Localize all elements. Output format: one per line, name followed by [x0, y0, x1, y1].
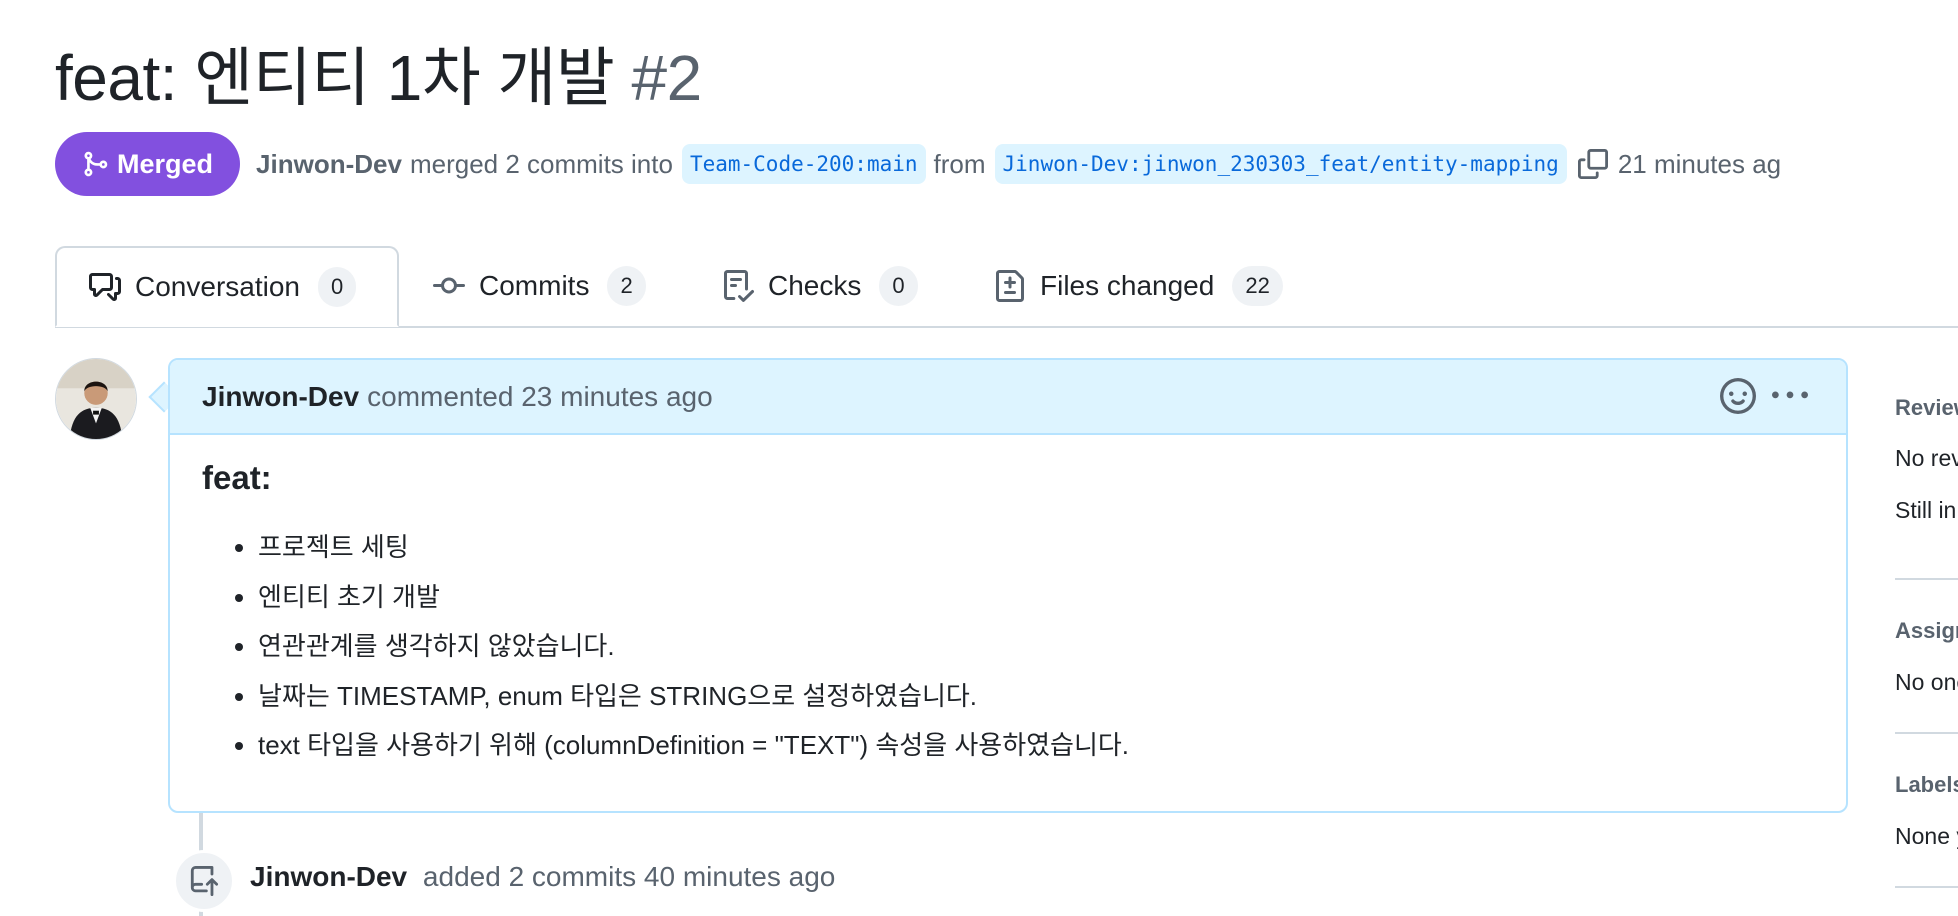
- kebab-horizontal-icon: [1772, 391, 1808, 399]
- repo-push-icon: [190, 866, 219, 896]
- reviewers-heading[interactable]: Reviewers: [1895, 395, 1958, 421]
- list-item: 프로젝트 세팅: [258, 530, 1814, 564]
- tab-files-changed-label: Files changed: [1040, 270, 1215, 301]
- from-text: from: [933, 148, 986, 179]
- avatar-image: [56, 359, 136, 439]
- comment-actions: [1720, 378, 1808, 421]
- copy-icon: [1577, 149, 1608, 179]
- reviewers-progress-text: Still in progress?: [1895, 497, 1958, 523]
- avatar[interactable]: [55, 358, 137, 440]
- sidebar-assignees[interactable]: Assignees: [1895, 618, 1958, 644]
- comment-action-time[interactable]: commented 23 minutes ago: [367, 381, 713, 413]
- sidebar-divider: [1895, 886, 1958, 888]
- pr-meta: Merged Jinwon-Dev merged 2 commits into …: [55, 132, 1781, 196]
- tab-checks-label: Checks: [768, 270, 862, 301]
- tab-checks[interactable]: Checks 0: [722, 246, 918, 326]
- tab-commits-label: Commits: [479, 270, 590, 301]
- list-item: text 타입을 사용하기 위해 (columnDefinition = "TE…: [258, 728, 1814, 762]
- comment-header: Jinwon-Dev commented 23 minutes ago: [170, 360, 1846, 435]
- merged-text: merged 2 commits into: [409, 148, 673, 179]
- tab-commits[interactable]: Commits 2: [433, 246, 646, 326]
- assignees-heading[interactable]: Assignees: [1895, 618, 1958, 644]
- pr-tabs: Conversation 0 Commits 2 Checks 0 Files …: [55, 246, 1958, 328]
- pr-description-comment: Jinwon-Dev commented 23 minutes ago feat…: [168, 358, 1848, 813]
- reviewers-status: No reviews: [1895, 445, 1958, 472]
- pr-title-text: feat: 엔티티 1차 개발: [55, 42, 615, 114]
- list-item: 날짜는 TIMESTAMP, enum 타입은 STRING으로 설정하였습니다…: [258, 679, 1814, 713]
- git-commit-icon: [433, 277, 465, 294]
- timeline-badge: [173, 850, 235, 912]
- copy-branch-button[interactable]: [1577, 149, 1608, 179]
- base-branch-link[interactable]: Team-Code-200:main: [681, 144, 926, 184]
- head-branch-link[interactable]: Jinwon-Dev:jinwon_230303_feat/entity-map…: [994, 144, 1567, 184]
- assignees-status: No one assigned: [1895, 669, 1958, 696]
- reviewers-none-text: No reviews: [1895, 445, 1958, 471]
- pr-sidebar: Reviewers No reviews Still in progress? …: [1895, 358, 1958, 916]
- reviewers-progress: Still in progress?: [1895, 497, 1958, 524]
- timeline-author-link[interactable]: Jinwon-Dev: [250, 861, 407, 892]
- sidebar-divider: [1895, 578, 1958, 580]
- tab-conversation-count: 0: [317, 266, 357, 307]
- tab-files-changed[interactable]: Files changed 22: [994, 246, 1283, 326]
- smiley-icon: [1720, 378, 1756, 414]
- assignees-none-text: No one assigned: [1895, 669, 1958, 695]
- sidebar-labels[interactable]: Labels: [1895, 772, 1958, 798]
- labels-heading[interactable]: Labels: [1895, 772, 1958, 798]
- tab-conversation-label: Conversation: [135, 270, 300, 302]
- list-item: 엔티티 초기 개발: [258, 580, 1814, 614]
- tab-commits-count: 2: [607, 266, 646, 306]
- tab-checks-count: 0: [879, 266, 918, 306]
- sidebar-reviewers[interactable]: Reviewers: [1895, 395, 1958, 421]
- merged-status-label: Merged: [117, 148, 214, 179]
- comment-list: 프로젝트 세팅 엔티티 초기 개발 연관관계를 생각하지 않았습니다. 날짜는 …: [202, 530, 1814, 762]
- tab-files-changed-count: 22: [1232, 266, 1283, 306]
- labels-status: None yet: [1895, 823, 1958, 850]
- comment-author-link[interactable]: Jinwon-Dev: [202, 381, 359, 413]
- timeline-event: Jinwon-Dev added 2 commits 40 minutes ag…: [250, 855, 835, 899]
- merged-status-badge: Merged: [55, 132, 241, 196]
- tab-conversation[interactable]: Conversation 0: [55, 246, 399, 327]
- comment-discussion-icon: [89, 272, 121, 301]
- timeline-event-text: added 2 commits 40 minutes ago: [422, 861, 836, 892]
- comment-body: feat: 프로젝트 세팅 엔티티 초기 개발 연관관계를 생각하지 않았습니다…: [202, 456, 1814, 778]
- comment-heading: feat:: [202, 459, 272, 496]
- file-diff-icon: [996, 270, 1024, 302]
- add-reaction-button[interactable]: [1720, 378, 1756, 421]
- comment-options-button[interactable]: [1772, 378, 1808, 421]
- pr-title: feat: 엔티티 1차 개발 #2: [55, 36, 702, 120]
- labels-none-text: None yet: [1895, 823, 1958, 849]
- merge-time[interactable]: 21 minutes ag: [1618, 149, 1781, 180]
- merge-author-link[interactable]: Jinwon-Dev: [256, 149, 402, 180]
- git-merge-icon: [84, 151, 108, 177]
- sidebar-divider: [1895, 732, 1958, 734]
- pr-number: #2: [631, 42, 703, 114]
- checklist-icon: [724, 270, 754, 302]
- list-item: 연관관계를 생각하지 않았습니다.: [258, 629, 1814, 663]
